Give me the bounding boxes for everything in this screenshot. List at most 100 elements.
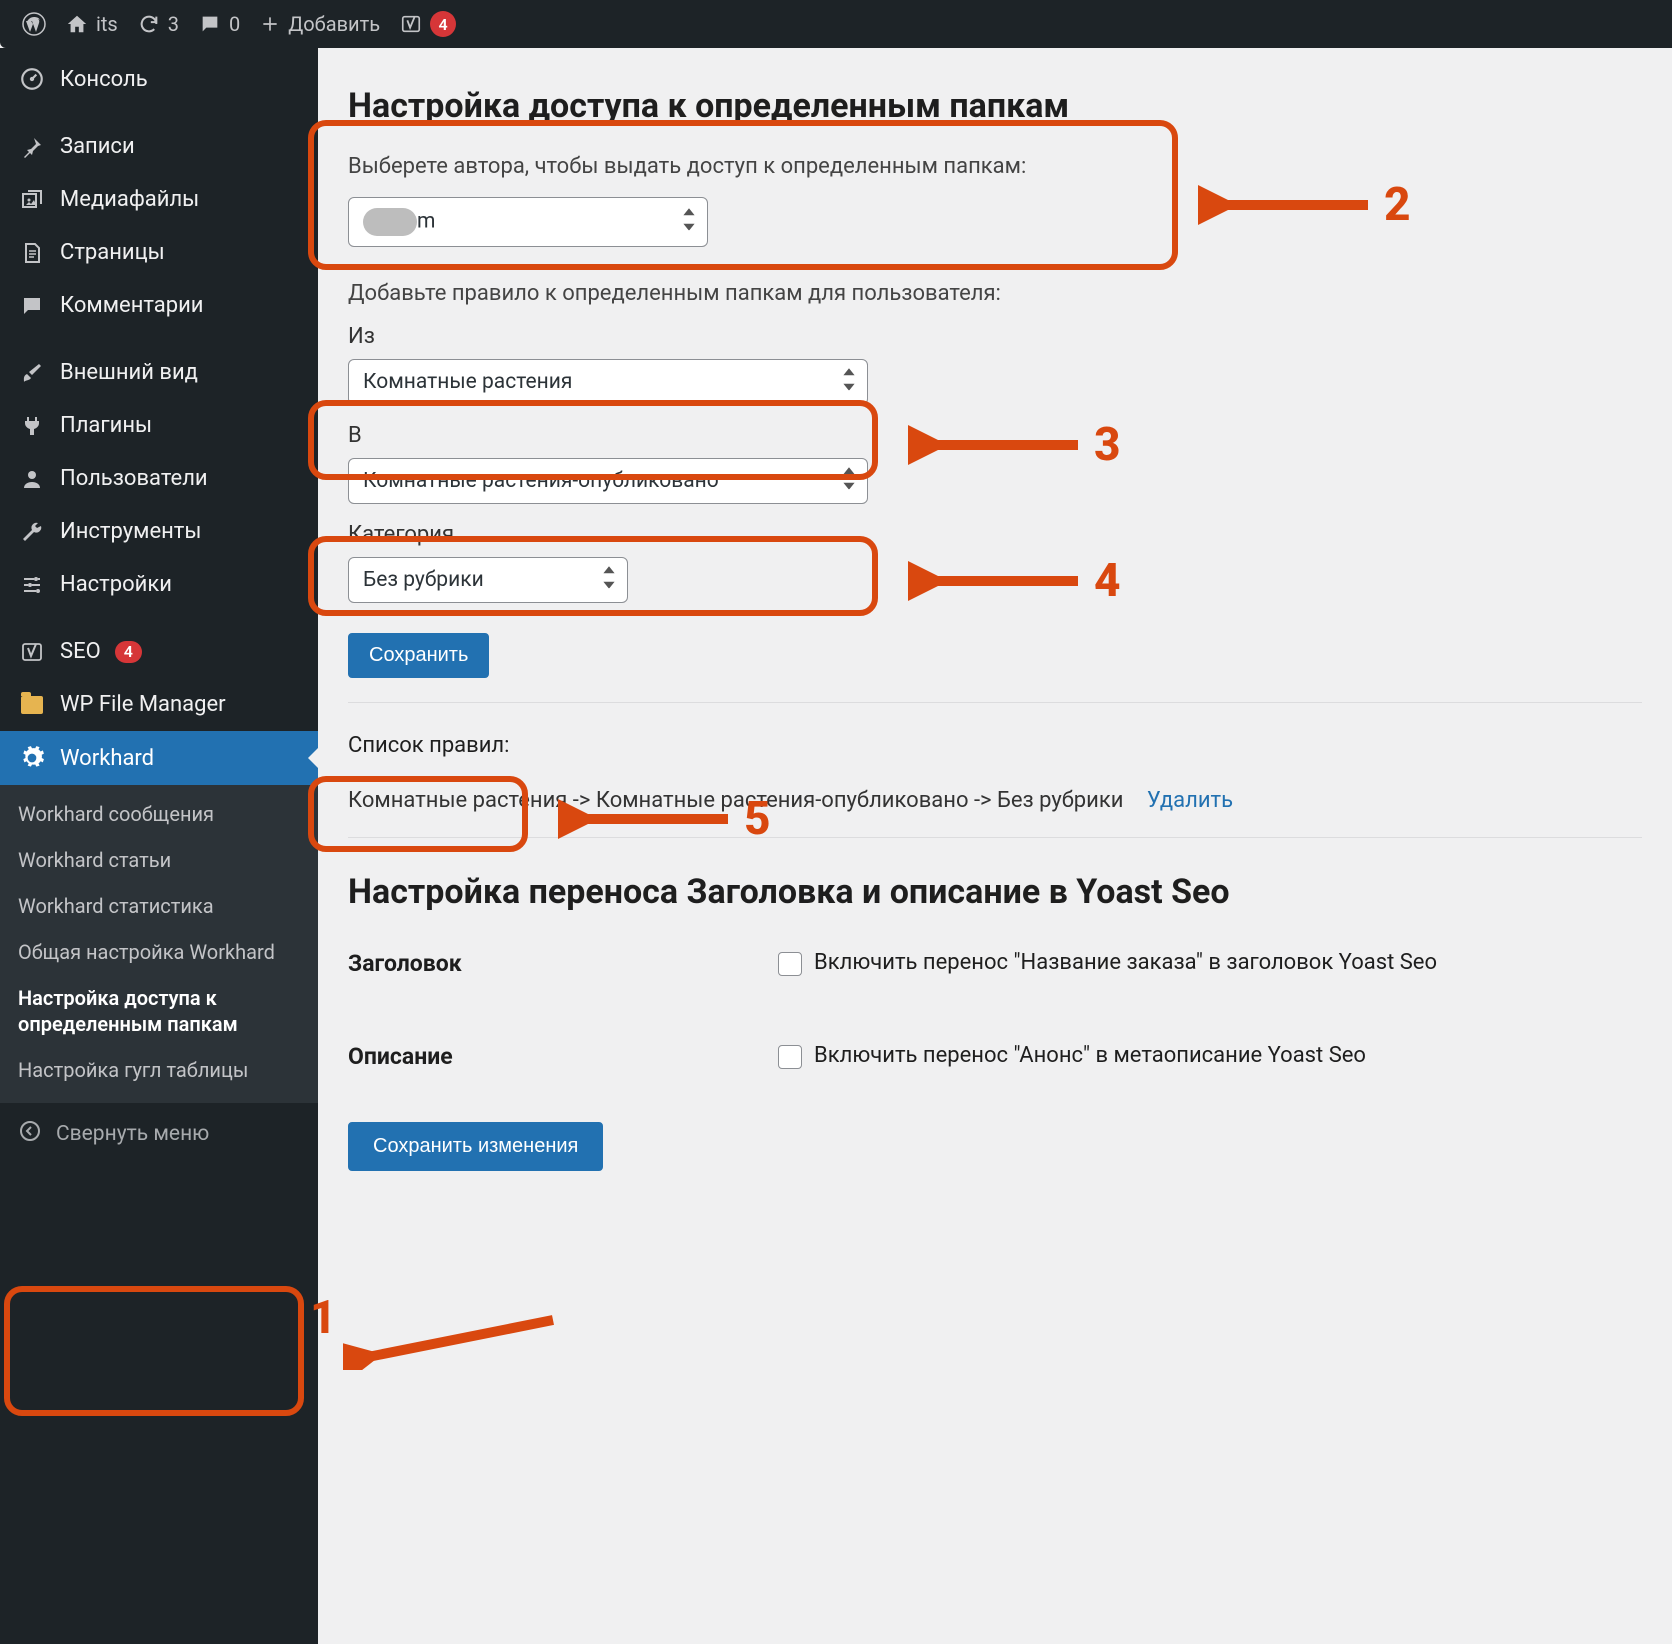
menu-label: Workhard	[60, 746, 154, 771]
submenu-item[interactable]: Workhard статистика	[0, 883, 318, 929]
rules-list-label: Список правил:	[348, 733, 1642, 758]
yoast-title-row: Заголовок Включить перенос "Название зак…	[348, 932, 1642, 995]
comments-count: 0	[229, 12, 240, 36]
submenu-item[interactable]: Workhard сообщения	[0, 791, 318, 837]
rule-help-text: Добавьте правило к определенным папкам д…	[348, 281, 1642, 306]
updates-count: 3	[168, 12, 179, 36]
menu-label: SEO	[60, 639, 101, 664]
comments-icon	[18, 294, 46, 318]
menu-label: WP File Manager	[60, 692, 226, 717]
yoast-desc-text: Включить перенос "Анонс" в метаописание …	[814, 1043, 1366, 1068]
author-select-wrap: m	[348, 197, 708, 247]
category-value: Без рубрики	[363, 568, 484, 592]
new-content-link[interactable]: Добавить	[250, 0, 390, 48]
pin-icon	[18, 135, 46, 159]
folder-icon	[18, 696, 46, 714]
annotation-arrow-4: 4	[908, 554, 1121, 608]
yoast-title-label: Заголовок	[348, 950, 778, 977]
yoast-title-checkbox[interactable]	[778, 952, 802, 976]
to-value: Комнатные растения-опубликовано	[363, 469, 719, 493]
site-link[interactable]: its	[56, 0, 128, 48]
gear-icon	[18, 745, 46, 771]
menu-label: Плагины	[60, 413, 152, 438]
menu-label: Внешний вид	[60, 360, 198, 385]
category-select[interactable]: Без рубрики	[348, 557, 628, 603]
menu-item-wpfm[interactable]: WP File Manager	[0, 678, 318, 731]
yoast-desc-checkbox[interactable]	[778, 1045, 802, 1069]
yoast-link[interactable]: 4	[390, 0, 466, 48]
menu-label: Пользователи	[60, 466, 208, 491]
main-content: Настройка доступа к определенным папкам …	[318, 48, 1672, 1644]
yoast-desc-label: Описание	[348, 1043, 778, 1070]
submenu-item-current[interactable]: Настройка доступа к определенным папкам	[0, 975, 318, 1047]
menu-label: Страницы	[60, 240, 165, 265]
pages-icon	[18, 241, 46, 265]
menu-item-pages[interactable]: Страницы	[0, 226, 318, 279]
category-label: Категория	[348, 522, 1642, 547]
from-select[interactable]: Комнатные растения	[348, 359, 868, 405]
plus-icon	[260, 14, 280, 34]
updates-link[interactable]: 3	[128, 0, 189, 48]
dashboard-icon	[18, 66, 46, 92]
menu-label: Медиафайлы	[60, 187, 199, 212]
yoast-desc-row: Описание Включить перенос "Анонс" в мета…	[348, 1025, 1642, 1088]
collapse-menu[interactable]: Свернуть меню	[0, 1103, 318, 1165]
collapse-label: Свернуть меню	[56, 1122, 209, 1146]
brush-icon	[18, 361, 46, 385]
home-icon	[66, 13, 88, 35]
menu-label: Записи	[60, 134, 135, 159]
wordpress-icon	[22, 12, 46, 36]
yoast-heading: Настройка переноса Заголовка и описание …	[348, 872, 1642, 912]
annotation-number: 4	[1094, 554, 1121, 608]
submenu-item[interactable]: Настройка гугл таблицы	[0, 1047, 318, 1093]
menu-item-seo[interactable]: SEO 4	[0, 625, 318, 678]
site-name: its	[96, 12, 118, 36]
yoast-title-text: Включить перенос "Название заказа" в заг…	[814, 950, 1437, 975]
menu-item-plugins[interactable]: Плагины	[0, 399, 318, 452]
from-value: Комнатные растения	[363, 370, 572, 394]
seo-count-badge: 4	[115, 641, 142, 663]
user-icon	[18, 467, 46, 491]
media-icon	[18, 188, 46, 212]
to-select[interactable]: Комнатные растения-опубликовано	[348, 458, 868, 504]
save-button[interactable]: Сохранить	[348, 633, 489, 678]
menu-item-workhard[interactable]: Workhard	[0, 731, 318, 785]
yoast-badge: 4	[430, 11, 456, 37]
to-label: В	[348, 423, 1642, 448]
admin-bar: its 3 0 Добавить 4	[0, 0, 1672, 48]
rule-row: Комнатные растения -> Комнатные растения…	[348, 778, 1642, 838]
wp-logo[interactable]	[12, 0, 56, 48]
wrench-icon	[18, 520, 46, 544]
collapse-icon	[18, 1119, 42, 1149]
workhard-submenu: Workhard сообщения Workhard статьи Workh…	[0, 785, 318, 1103]
rule-text: Комнатные растения -> Комнатные растения…	[348, 788, 1123, 813]
menu-label: Инструменты	[60, 519, 201, 544]
menu-label: Настройки	[60, 572, 172, 597]
new-content-label: Добавить	[288, 12, 380, 36]
menu-item-settings[interactable]: Настройки	[0, 558, 318, 611]
comments-link[interactable]: 0	[189, 0, 250, 48]
submenu-item[interactable]: Workhard статьи	[0, 837, 318, 883]
menu-item-users[interactable]: Пользователи	[0, 452, 318, 505]
page-heading: Настройка доступа к определенным папкам	[348, 86, 1642, 126]
author-block: Выберете автора, чтобы выдать доступ к о…	[348, 146, 1642, 255]
save-changes-button[interactable]: Сохранить изменения	[348, 1122, 603, 1171]
menu-item-posts[interactable]: Записи	[0, 120, 318, 173]
author-value: m	[417, 210, 435, 234]
yoast-settings: Заголовок Включить перенос "Название зак…	[348, 932, 1642, 1088]
menu-item-dashboard[interactable]: Консоль	[0, 52, 318, 106]
menu-item-media[interactable]: Медиафайлы	[0, 173, 318, 226]
comment-icon	[199, 13, 221, 35]
menu-item-comments[interactable]: Комментарии	[0, 279, 318, 332]
update-icon	[138, 13, 160, 35]
avatar-blurred	[363, 208, 417, 236]
menu-item-appearance[interactable]: Внешний вид	[0, 346, 318, 399]
separator	[348, 702, 1642, 703]
rule-delete-link[interactable]: Удалить	[1147, 788, 1233, 813]
menu-item-tools[interactable]: Инструменты	[0, 505, 318, 558]
author-select[interactable]: m	[348, 197, 708, 247]
admin-sidebar: Консоль Записи Медиафайлы Страницы Комме…	[0, 48, 318, 1644]
yoast-icon	[400, 13, 422, 35]
submenu-item[interactable]: Общая настройка Workhard	[0, 929, 318, 975]
from-label: Из	[348, 324, 1642, 349]
